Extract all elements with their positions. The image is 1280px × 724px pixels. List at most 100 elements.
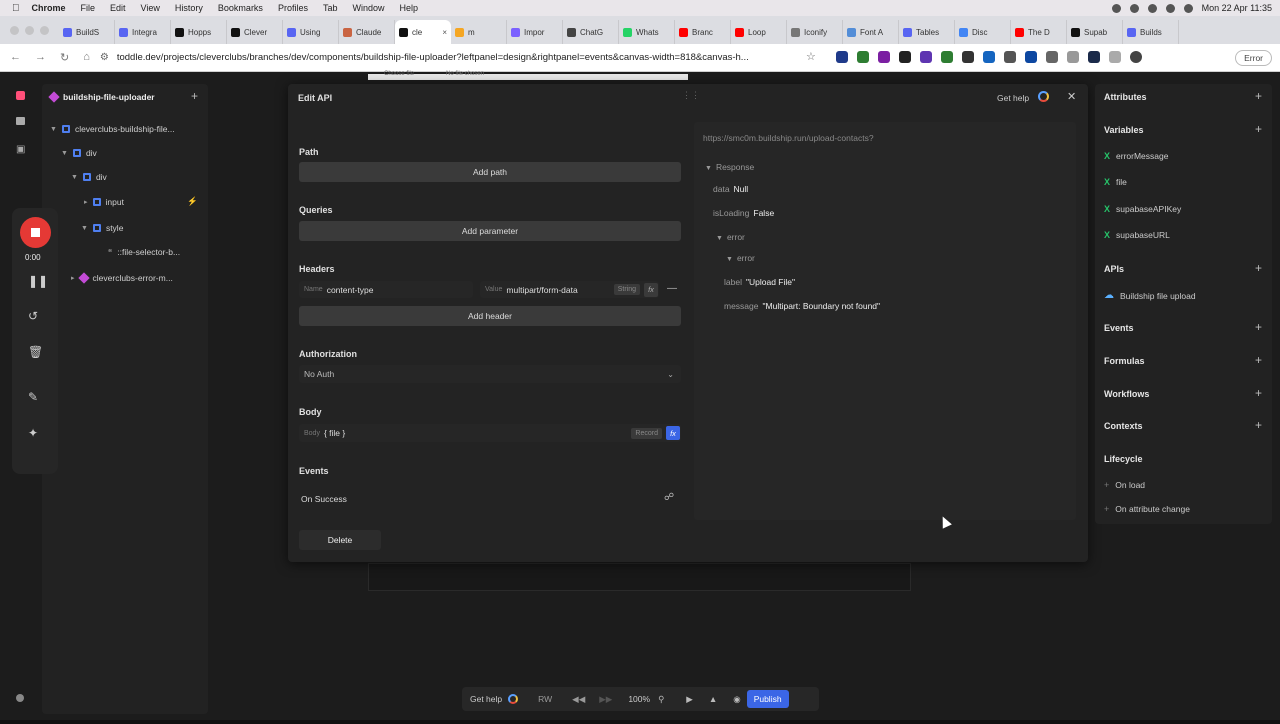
pause-icon[interactable]: ❚❚: [28, 274, 48, 288]
search-icon[interactable]: [1183, 3, 1193, 13]
error-badge-button[interactable]: Error: [1235, 50, 1272, 66]
add-component-icon[interactable]: +: [191, 89, 198, 103]
menu-window[interactable]: Window: [352, 3, 384, 13]
error-inner-node[interactable]: ▼ error: [726, 253, 759, 263]
lifecycle-item[interactable]: + On attribute change: [1104, 504, 1190, 514]
api-item[interactable]: ☁ Buildship file upload: [1104, 290, 1196, 301]
magic-wand-icon[interactable]: ✦: [28, 426, 38, 440]
browser-tab[interactable]: Hopps: [171, 20, 227, 44]
extension-icon[interactable]: [878, 51, 890, 63]
extension-icon[interactable]: [857, 51, 869, 63]
upload-icon[interactable]: ▲: [709, 694, 717, 704]
tree-node[interactable]: ▼ style: [81, 223, 123, 233]
menu-history[interactable]: History: [175, 3, 203, 13]
browser-tab[interactable]: The D: [1011, 20, 1067, 44]
browser-tab[interactable]: ChatG: [563, 20, 619, 44]
undo-icon[interactable]: ◀◀: [572, 694, 585, 705]
browser-tab[interactable]: Claude: [339, 20, 395, 44]
menu-bookmarks[interactable]: Bookmarks: [218, 3, 263, 13]
caret-down-icon[interactable]: ▼: [81, 225, 88, 232]
bookmark-star-icon[interactable]: ☆: [806, 50, 816, 63]
browser-tab[interactable]: BuildS: [59, 20, 115, 44]
menu-tab[interactable]: Tab: [323, 3, 338, 13]
browser-tab[interactable]: Builds: [1123, 20, 1179, 44]
browser-tab[interactable]: Tables: [899, 20, 955, 44]
extension-icon[interactable]: [962, 51, 974, 63]
help-circle-icon[interactable]: [1038, 91, 1049, 102]
extension-icon[interactable]: [941, 51, 953, 63]
extension-icon[interactable]: [1046, 51, 1058, 63]
get-help-link[interactable]: Get help: [997, 93, 1029, 103]
error-node[interactable]: ▼ error: [716, 232, 749, 242]
header-value-field[interactable]: Value multipart/form-data String fx: [480, 281, 659, 298]
zoom-level[interactable]: 100%: [628, 694, 650, 704]
menu-edit[interactable]: Edit: [110, 3, 126, 13]
caret-right-icon[interactable]: ▸: [84, 198, 88, 206]
caret-down-icon[interactable]: ▼: [71, 174, 78, 181]
close-tab-icon[interactable]: ×: [442, 28, 447, 37]
add-context-icon[interactable]: +: [1255, 418, 1262, 432]
status-dot-icon[interactable]: [16, 694, 24, 702]
forward-icon[interactable]: →: [35, 51, 46, 64]
variable-item[interactable]: Xfile: [1104, 177, 1127, 187]
browser-tab[interactable]: Branc: [675, 20, 731, 44]
browser-tab[interactable]: Clever: [227, 20, 283, 44]
menu-help[interactable]: Help: [399, 3, 418, 13]
restart-icon[interactable]: ↺: [28, 309, 38, 323]
workflow-icon[interactable]: ☍: [664, 492, 674, 503]
menu-profiles[interactable]: Profiles: [278, 3, 308, 13]
redo-icon[interactable]: ▶▶: [599, 694, 612, 705]
home-icon[interactable]: ⌂: [83, 51, 90, 64]
extension-icon[interactable]: [1025, 51, 1037, 63]
browser-tab[interactable]: m: [451, 20, 507, 44]
tree-node[interactable]: ▼ cleverclubs-buildship-file...: [50, 124, 175, 134]
status-icon[interactable]: [1147, 3, 1157, 13]
apple-icon[interactable]: : [12, 3, 20, 14]
toddle-logo-icon[interactable]: [16, 91, 25, 100]
variable-item[interactable]: XsupabaseURL: [1104, 230, 1170, 240]
menu-file[interactable]: File: [81, 3, 96, 13]
browser-tab[interactable]: Using: [283, 20, 339, 44]
menu-view[interactable]: View: [141, 3, 160, 13]
profile-avatar[interactable]: [1130, 51, 1142, 63]
extension-icon[interactable]: [1067, 51, 1079, 63]
body-field[interactable]: Body { file } Record fx: [299, 424, 681, 442]
minimize-window-icon[interactable]: [25, 26, 34, 35]
url-field[interactable]: toddle.dev/projects/cleverclubs/branches…: [117, 52, 807, 63]
extension-icon[interactable]: [983, 51, 995, 63]
remove-header-icon[interactable]: —: [667, 283, 677, 294]
extension-icon[interactable]: [836, 51, 848, 63]
extension-icon[interactable]: [1109, 51, 1121, 63]
variable-item[interactable]: XsupabaseAPIKey: [1104, 204, 1181, 214]
response-node[interactable]: ▼ Response: [705, 162, 758, 172]
stop-recording-button[interactable]: [20, 217, 51, 248]
browser-tab[interactable]: Loop: [731, 20, 787, 44]
close-window-icon[interactable]: [10, 26, 19, 35]
rw-toggle[interactable]: RW: [538, 694, 552, 704]
get-help-button[interactable]: Get help: [470, 694, 502, 704]
add-variable-icon[interactable]: +: [1255, 122, 1262, 136]
browser-tab[interactable]: Whats: [619, 20, 675, 44]
back-icon[interactable]: ←: [10, 51, 21, 64]
lifecycle-item[interactable]: + On load: [1104, 480, 1145, 490]
tree-node[interactable]: ▼ div: [61, 148, 97, 158]
wifi-icon[interactable]: [1165, 3, 1175, 13]
add-event-icon[interactable]: +: [1255, 320, 1262, 334]
site-info-icon[interactable]: ⚙: [100, 52, 109, 63]
header-name-field[interactable]: Name content-type: [299, 281, 473, 298]
caret-down-icon[interactable]: ▼: [50, 126, 57, 133]
caret-right-icon[interactable]: ▸: [71, 274, 75, 282]
zoom-window-icon[interactable]: [40, 26, 49, 35]
menubar-datetime[interactable]: Mon 22 Apr 11:35: [1202, 3, 1272, 13]
browser-tab[interactable]: Font A: [843, 20, 899, 44]
add-header-button[interactable]: Add header: [299, 306, 681, 326]
add-parameter-button[interactable]: Add parameter: [299, 221, 681, 241]
component-title[interactable]: buildship-file-uploader: [63, 92, 155, 102]
play-icon[interactable]: ▶: [686, 694, 693, 705]
formula-fx-button[interactable]: fx: [644, 282, 658, 297]
on-success-event[interactable]: On Success: [301, 494, 347, 504]
publish-button[interactable]: Publish: [746, 690, 789, 708]
folder-icon[interactable]: [16, 117, 25, 125]
caret-down-icon[interactable]: ▼: [61, 150, 68, 157]
reload-icon[interactable]: ↻: [60, 51, 69, 64]
